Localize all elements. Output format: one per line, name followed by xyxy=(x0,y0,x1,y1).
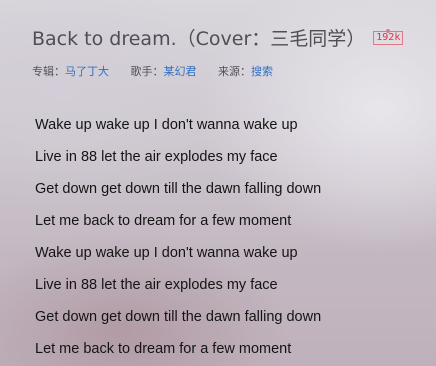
lyric-line: Let me back to dream for a few moment xyxy=(35,341,292,357)
album-label: 专辑： xyxy=(32,65,65,78)
song-title: Back to dream.（Cover：三毛同学） xyxy=(32,28,366,50)
singer-link[interactable]: 某幻君 xyxy=(164,65,197,78)
lyric-line: Get down get down till the dawn falling … xyxy=(35,309,322,325)
source-label: 来源： xyxy=(218,65,251,78)
lyric-line: Live in 88 let the air explodes my face xyxy=(35,277,278,293)
singer-info: 歌手：某幻君 xyxy=(131,63,197,79)
song-header: Back to dream.（Cover：三毛同学） 192k 专辑：马了丁大 … xyxy=(32,24,426,79)
album-link[interactable]: 马了丁大 xyxy=(65,65,109,78)
lyrics-panel: Wake up wake up I don't wanna wake up Li… xyxy=(35,109,430,365)
lyric-line: Live in 88 let the air explodes my face xyxy=(35,149,278,165)
song-meta: 专辑：马了丁大 歌手：某幻君 来源：搜索 xyxy=(32,63,426,79)
album-info: 专辑：马了丁大 xyxy=(32,63,109,79)
title-row: Back to dream.（Cover：三毛同学） 192k xyxy=(32,24,426,51)
quality-badge: 192k xyxy=(373,28,404,45)
lyric-line: Wake up wake up I don't wanna wake up xyxy=(35,117,298,133)
singer-label: 歌手： xyxy=(130,65,164,78)
lyric-line: Wake up wake up I don't wanna wake up xyxy=(35,245,298,261)
source-info: 来源：搜索 xyxy=(218,63,273,79)
lyric-line: Let me back to dream for a few moment xyxy=(35,213,292,229)
lyric-line: Get down get down till the dawn falling … xyxy=(35,181,322,197)
source-link[interactable]: 搜索 xyxy=(251,65,273,78)
